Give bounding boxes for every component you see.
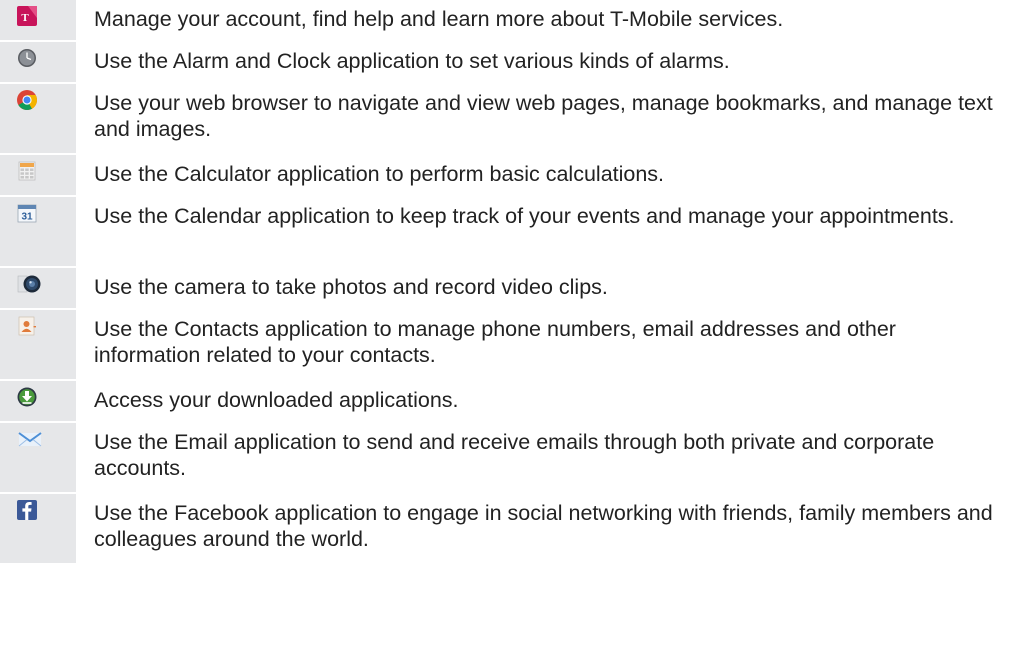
t-mobile-logo-icon: T [17, 6, 37, 26]
svg-text:T: T [21, 12, 29, 24]
clock-icon [18, 49, 36, 67]
list-item: Use the Contacts application to manage p… [0, 310, 1015, 381]
calendar-day: 31 [21, 212, 33, 223]
app-description-list: T Manage your account, find help and lea… [0, 0, 1015, 565]
icon-cell: 31 [0, 197, 76, 266]
item-description: Use the Email application to send and re… [94, 430, 935, 480]
item-description: Use your web browser to navigate and vie… [94, 91, 993, 141]
icon-cell [0, 268, 76, 308]
icon-cell [0, 381, 76, 421]
item-description: Use the Calculator application to perfor… [94, 162, 665, 186]
item-description: Use the Contacts application to manage p… [94, 317, 896, 367]
icon-cell [0, 423, 76, 492]
item-description: Use the camera to take photos and record… [94, 275, 608, 299]
facebook-icon [17, 500, 37, 520]
item-description: Access your downloaded applications. [94, 388, 459, 412]
list-item: Access your downloaded applications. [0, 381, 1015, 423]
contacts-icon [18, 316, 36, 336]
download-icon [17, 387, 37, 407]
icon-cell [0, 310, 76, 379]
item-description: Use the Facebook application to engage i… [94, 501, 993, 551]
icon-cell: T [0, 0, 76, 40]
email-envelope-icon [18, 432, 42, 447]
list-item: Use your web browser to navigate and vie… [0, 84, 1015, 155]
list-item: Use the Alarm and Clock application to s… [0, 42, 1015, 84]
list-item: Use the Facebook application to engage i… [0, 494, 1015, 565]
icon-cell [0, 155, 76, 195]
icon-cell [0, 84, 76, 153]
item-description: Manage your account, find help and learn… [94, 7, 784, 31]
calendar-icon: 31 [17, 204, 37, 223]
list-item: Use the Calculator application to perfor… [0, 155, 1015, 197]
list-item: T Manage your account, find help and lea… [0, 0, 1015, 42]
list-item: 31 Use the Calendar application to keep … [0, 197, 1015, 268]
camera-icon [17, 275, 41, 293]
calculator-icon [18, 161, 36, 181]
item-description: Use the Calendar application to keep tra… [94, 204, 955, 228]
item-description: Use the Alarm and Clock application to s… [94, 49, 730, 73]
list-item: Use the camera to take photos and record… [0, 268, 1015, 310]
icon-cell [0, 494, 76, 563]
icon-cell [0, 42, 76, 82]
chrome-browser-icon [17, 90, 37, 111]
list-item: Use the Email application to send and re… [0, 423, 1015, 494]
